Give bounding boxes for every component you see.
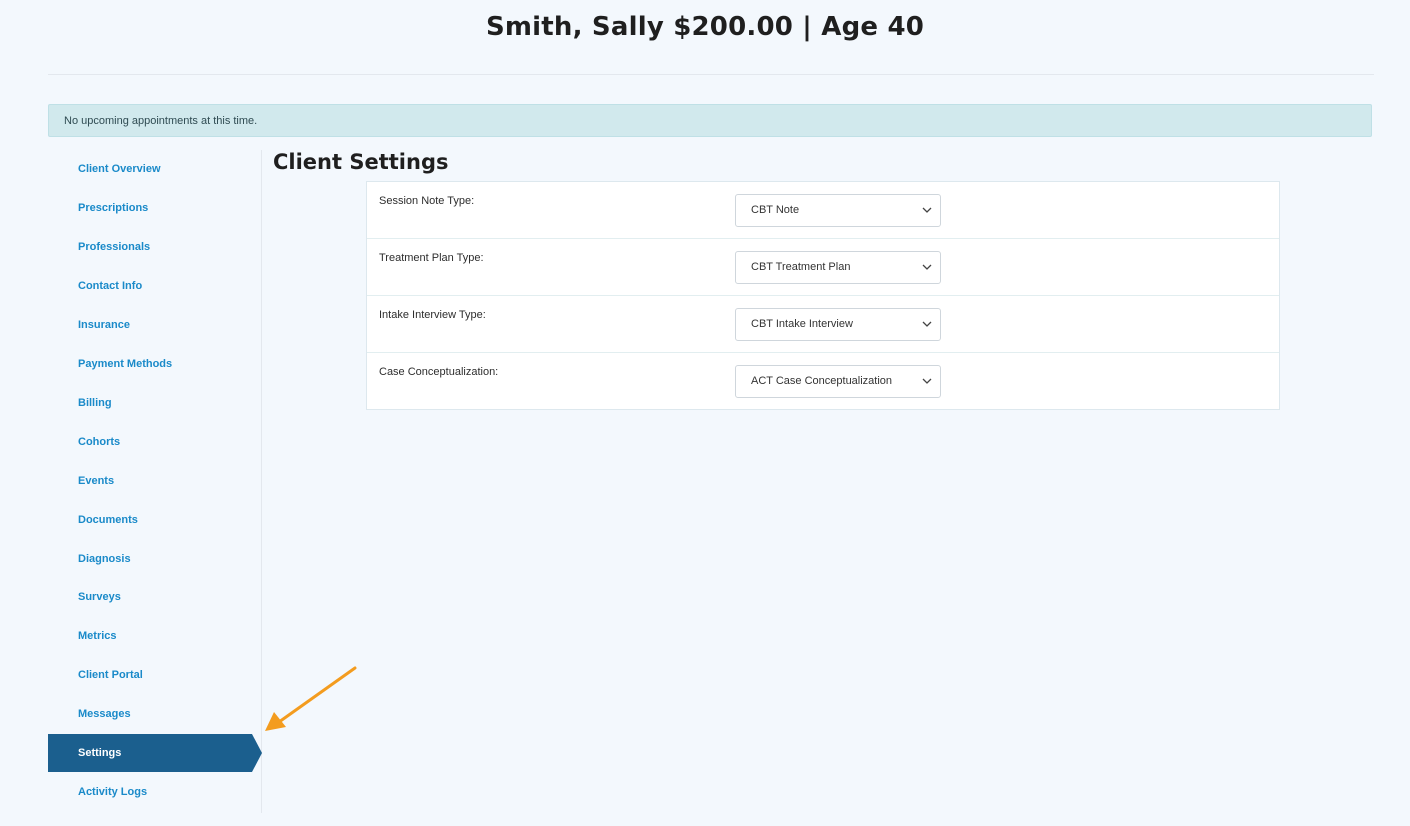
sidebar-item-settings[interactable]: Settings [48,734,262,772]
session-note-type-value: CBT Note [751,204,800,216]
page-title: Smith, Sally $200.00 | Age 40 [485,12,925,42]
treatment-plan-type-label: Treatment Plan Type: [379,252,484,264]
sidebar-item-cohorts[interactable]: Cohorts [48,423,261,461]
sidebar-item-payment-methods[interactable]: Payment Methods [48,345,261,383]
intake-interview-type-label: Intake Interview Type: [379,309,486,321]
chevron-down-icon [922,264,932,270]
case-conceptualization-label: Case Conceptualization: [379,366,499,378]
sidebar-item-surveys[interactable]: Surveys [48,578,261,616]
header-divider [48,74,1374,75]
sidebar-item-prescriptions[interactable]: Prescriptions [48,189,261,227]
sidebar-item-professionals[interactable]: Professionals [48,228,261,266]
intake-interview-type-value: CBT Intake Interview [751,318,853,330]
sidebar-item-insurance[interactable]: Insurance [48,306,261,344]
page: Smith, Sally $200.00 | Age 40 No upcomin… [0,0,1410,826]
intake-interview-type-select[interactable]: CBT Intake Interview [735,308,941,341]
sidebar-item-metrics[interactable]: Metrics [48,617,261,655]
sidebar-nav: Client Overview Prescriptions Profession… [48,150,262,813]
treatment-plan-type-value: CBT Treatment Plan [751,261,851,273]
sidebar-item-messages[interactable]: Messages [48,695,261,733]
session-note-type-select[interactable]: CBT Note [735,194,941,227]
sidebar-item-events[interactable]: Events [48,462,261,500]
sidebar-item-billing[interactable]: Billing [48,384,261,422]
case-conceptualization-value: ACT Case Conceptualization [751,375,893,387]
sidebar-item-documents[interactable]: Documents [48,501,261,539]
sidebar-item-contact-info[interactable]: Contact Info [48,267,261,305]
section-title: Client Settings [273,150,449,174]
session-note-type-label: Session Note Type: [379,195,475,207]
chevron-down-icon [922,321,932,327]
settings-panel: Session Note Type: CBT Note Treatment Pl… [366,181,1280,410]
sidebar-item-client-portal[interactable]: Client Portal [48,656,261,694]
chevron-down-icon [922,378,932,384]
case-conceptualization-select[interactable]: ACT Case Conceptualization [735,365,941,398]
setting-row-session-note: Session Note Type: CBT Note [367,182,1279,239]
treatment-plan-type-select[interactable]: CBT Treatment Plan [735,251,941,284]
chevron-down-icon [922,207,932,213]
setting-row-intake-interview: Intake Interview Type: CBT Intake Interv… [367,296,1279,353]
appointments-alert: No upcoming appointments at this time. [48,104,1372,137]
setting-row-case-conceptualization: Case Conceptualization: ACT Case Concept… [367,353,1279,410]
sidebar-item-client-overview[interactable]: Client Overview [48,150,261,188]
sidebar-item-activity-logs[interactable]: Activity Logs [48,773,261,811]
sidebar-item-diagnosis[interactable]: Diagnosis [48,540,261,578]
setting-row-treatment-plan: Treatment Plan Type: CBT Treatment Plan [367,239,1279,296]
